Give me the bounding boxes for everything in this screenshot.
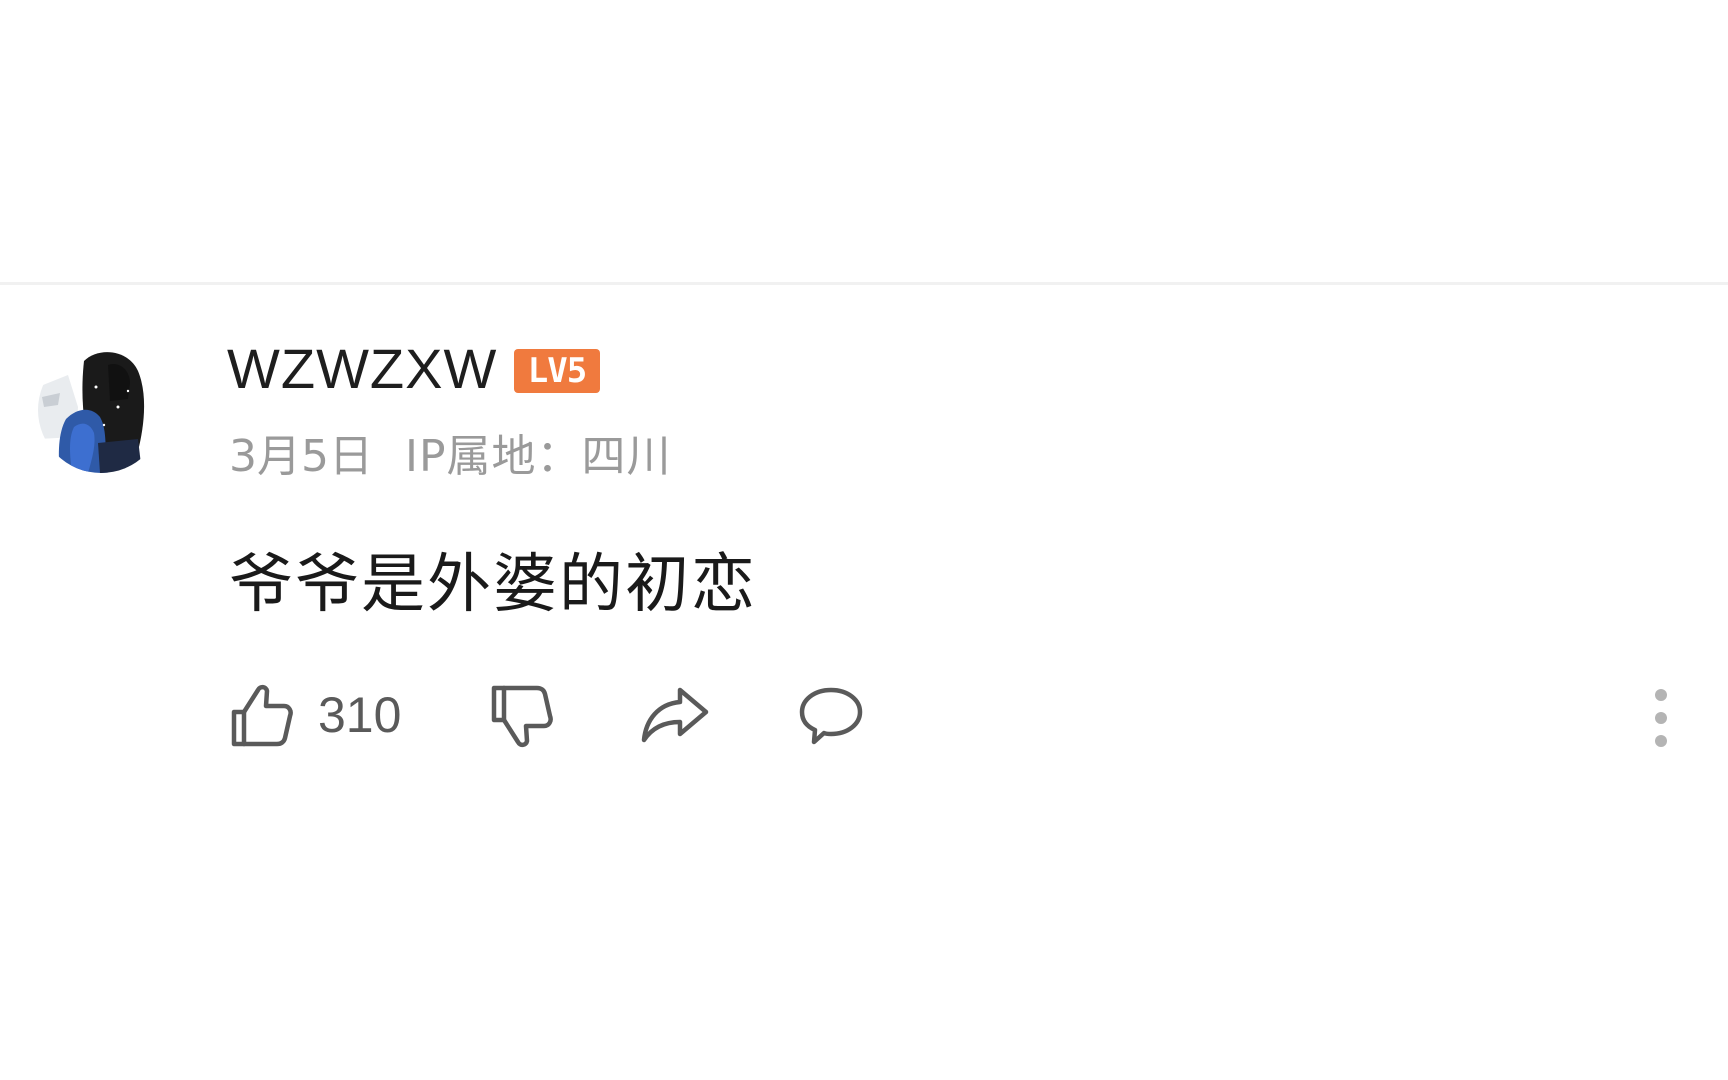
- reply-button[interactable]: [796, 675, 866, 755]
- avatar[interactable]: [38, 347, 164, 473]
- more-vertical-icon: [1655, 689, 1667, 747]
- speech-bubble-icon: [799, 687, 863, 745]
- thumbs-down-icon: [491, 685, 553, 748]
- avatar-image: [38, 347, 164, 473]
- comment-text: 爷爷是外婆的初恋: [229, 548, 757, 622]
- username[interactable]: WZWZXW: [227, 337, 497, 401]
- comment-actions: 310: [0, 675, 1728, 755]
- thumbs-up-icon: [231, 684, 293, 747]
- level-badge-label: LV5: [527, 351, 587, 391]
- comment-date: 3月5日: [229, 431, 373, 482]
- more-options-button[interactable]: [1646, 683, 1676, 753]
- like-button[interactable]: 310: [228, 675, 401, 755]
- ip-location: IP属地：四川: [405, 431, 672, 482]
- level-badge: LV5: [514, 349, 600, 393]
- dislike-button[interactable]: [488, 675, 554, 755]
- share-arrow-icon: [641, 687, 709, 743]
- like-count: 310: [318, 687, 402, 743]
- comment-meta: 3月5日 IP属地：四川: [229, 431, 672, 483]
- share-button[interactable]: [640, 675, 712, 755]
- comment-item: WZWZXW LV5 3月5日 IP属地：四川 爷爷是外婆的初恋 310: [0, 285, 1728, 1080]
